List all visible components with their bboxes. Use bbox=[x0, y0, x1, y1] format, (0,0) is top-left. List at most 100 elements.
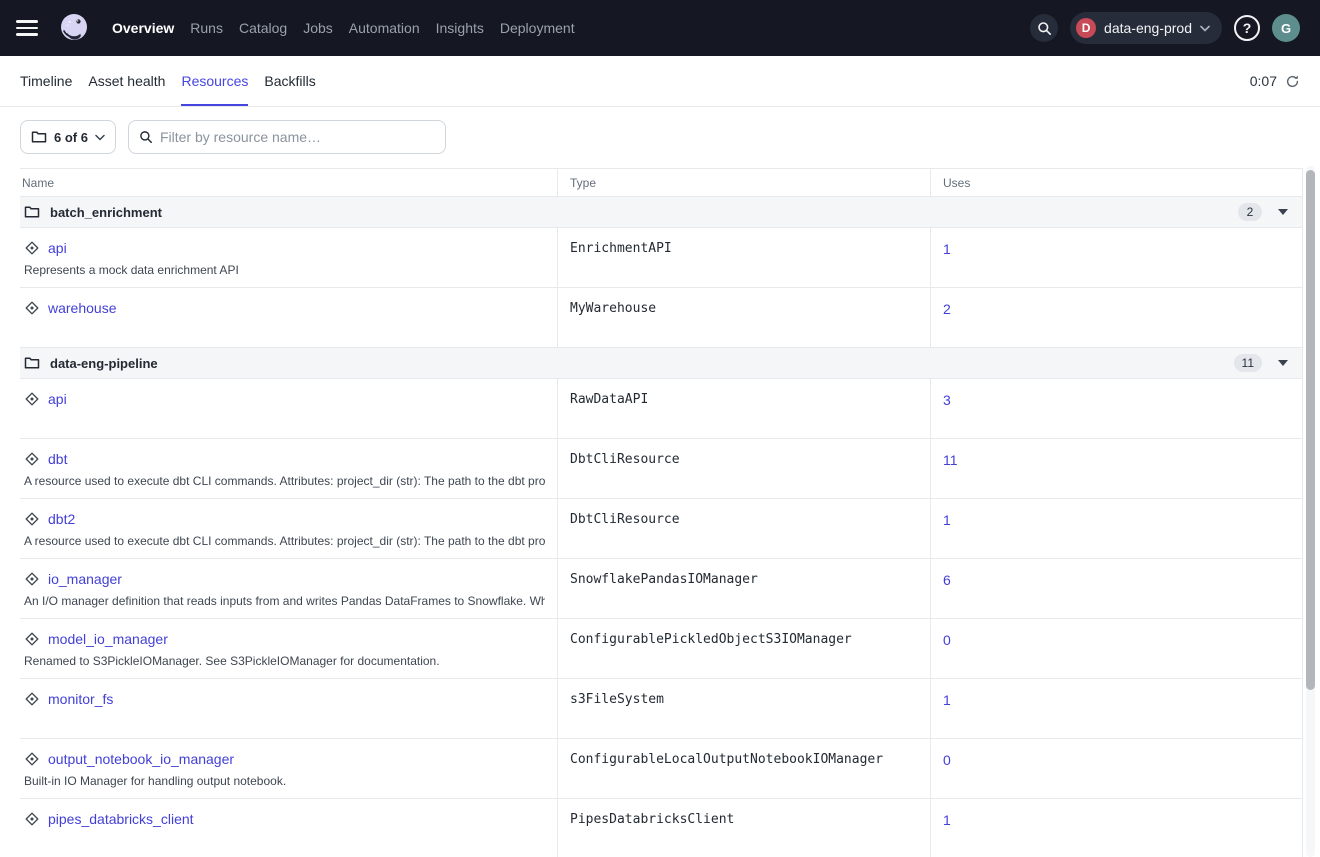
refresh-button[interactable] bbox=[1285, 74, 1300, 89]
group-name: batch_enrichment bbox=[50, 205, 162, 220]
resource-name-link[interactable]: io_manager bbox=[48, 571, 122, 587]
nav-item-deployment[interactable]: Deployment bbox=[500, 14, 575, 42]
collapse-caret-icon[interactable] bbox=[1278, 360, 1288, 366]
tabs: Timeline Asset health Resources Backfill… bbox=[20, 56, 316, 106]
resource-uses-link[interactable]: 11 bbox=[943, 452, 958, 468]
resource-icon bbox=[24, 811, 40, 827]
resource-name-link[interactable]: api bbox=[48, 391, 67, 407]
nav-item-automation[interactable]: Automation bbox=[349, 14, 420, 42]
scrollbar-thumb[interactable] bbox=[1306, 170, 1315, 690]
nav-item-catalog[interactable]: Catalog bbox=[239, 14, 287, 42]
resource-group-row[interactable]: data-eng-pipeline 11 bbox=[20, 348, 1302, 379]
resource-row: monitor_fs s3FileSystem 1 bbox=[20, 679, 1302, 739]
refresh-icon bbox=[1285, 74, 1300, 89]
group-count-badge: 11 bbox=[1234, 354, 1262, 372]
resource-icon bbox=[24, 571, 40, 587]
scrollbar bbox=[1306, 166, 1315, 857]
resource-icon bbox=[24, 751, 40, 767]
resource-row: dbt2 A resource used to execute dbt CLI … bbox=[20, 499, 1302, 559]
refresh-cluster: 0:07 bbox=[1250, 56, 1300, 106]
resource-icon bbox=[24, 451, 40, 467]
resource-row: pipes_databricks_client PipesDatabricksC… bbox=[20, 799, 1302, 857]
app-root: Overview Runs Catalog Jobs Automation In… bbox=[0, 0, 1320, 857]
resource-group-row[interactable]: batch_enrichment 2 bbox=[20, 197, 1302, 228]
resource-name-link[interactable]: api bbox=[48, 240, 67, 256]
resource-icon bbox=[24, 631, 40, 647]
resource-row: api RawDataAPI 3 bbox=[20, 379, 1302, 439]
folder-icon bbox=[31, 130, 47, 144]
resource-name-cell: pipes_databricks_client bbox=[20, 799, 557, 857]
user-avatar[interactable]: G bbox=[1272, 14, 1300, 42]
tab-timeline[interactable]: Timeline bbox=[20, 56, 72, 106]
resource-name-link[interactable]: model_io_manager bbox=[48, 631, 168, 647]
resource-description: A resource used to execute dbt CLI comma… bbox=[24, 534, 545, 548]
resource-row: output_notebook_io_manager Built-in IO M… bbox=[20, 739, 1302, 799]
resource-uses-link[interactable]: 1 bbox=[943, 812, 951, 828]
group-name: data-eng-pipeline bbox=[50, 356, 158, 371]
resource-uses-link[interactable]: 0 bbox=[943, 752, 951, 768]
nav-item-overview[interactable]: Overview bbox=[112, 14, 174, 42]
column-header-type: Type bbox=[557, 169, 930, 196]
resource-name-cell: monitor_fs bbox=[20, 679, 557, 738]
tab-asset-health[interactable]: Asset health bbox=[88, 56, 165, 106]
folder-icon bbox=[24, 205, 40, 219]
resource-uses-cell: 1 bbox=[930, 679, 1303, 738]
help-button[interactable]: ? bbox=[1234, 15, 1260, 41]
resource-type: EnrichmentAPI bbox=[557, 228, 930, 287]
resource-type: SnowflakePandasIOManager bbox=[557, 559, 930, 618]
resource-uses-link[interactable]: 2 bbox=[943, 301, 951, 317]
resource-table-body: batch_enrichment 2 api Represents a mock… bbox=[20, 197, 1302, 857]
group-count-badge: 2 bbox=[1238, 203, 1262, 221]
nav-right-cluster: D data-eng-prod ? G bbox=[1030, 12, 1300, 44]
nav-item-insights[interactable]: Insights bbox=[436, 14, 484, 42]
hamburger-menu-button[interactable] bbox=[16, 14, 44, 42]
resource-uses-link[interactable]: 1 bbox=[943, 692, 951, 708]
resource-description: Represents a mock data enrichment API bbox=[24, 263, 545, 277]
resource-name-link[interactable]: dbt2 bbox=[48, 511, 75, 527]
deployment-switcher[interactable]: D data-eng-prod bbox=[1070, 12, 1222, 44]
dagster-logo[interactable] bbox=[56, 10, 92, 46]
resource-name-cell: model_io_manager Renamed to S3PickleIOMa… bbox=[20, 619, 557, 678]
resource-uses-cell: 1 bbox=[930, 499, 1303, 558]
resource-uses-cell: 1 bbox=[930, 228, 1303, 287]
resource-name-link[interactable]: monitor_fs bbox=[48, 691, 113, 707]
tab-resources[interactable]: Resources bbox=[181, 56, 248, 106]
collapse-caret-icon[interactable] bbox=[1278, 209, 1288, 215]
nav-item-runs[interactable]: Runs bbox=[190, 14, 223, 42]
resource-name-link[interactable]: warehouse bbox=[48, 300, 117, 316]
resource-uses-cell: 0 bbox=[930, 739, 1303, 798]
tab-backfills[interactable]: Backfills bbox=[264, 56, 315, 106]
resource-uses-link[interactable]: 6 bbox=[943, 572, 951, 588]
resource-icon bbox=[24, 240, 40, 256]
resource-row: warehouse MyWarehouse 2 bbox=[20, 288, 1302, 348]
resource-uses-link[interactable]: 3 bbox=[943, 392, 951, 408]
resource-uses-link[interactable]: 1 bbox=[943, 512, 951, 528]
folder-icon bbox=[24, 356, 40, 370]
resource-description: Built-in IO Manager for handling output … bbox=[24, 774, 545, 788]
table-header: Name Type Uses bbox=[20, 168, 1302, 197]
resource-name-link[interactable]: pipes_databricks_client bbox=[48, 811, 194, 827]
resource-type: ConfigurableLocalOutputNotebookIOManager bbox=[557, 739, 930, 798]
resource-uses-cell: 1 bbox=[930, 799, 1303, 857]
chevron-down-icon bbox=[1200, 25, 1210, 32]
resource-icon bbox=[24, 391, 40, 407]
resource-description: Renamed to S3PickleIOManager. See S3Pick… bbox=[24, 654, 545, 668]
resource-uses-link[interactable]: 0 bbox=[943, 632, 951, 648]
resource-uses-link[interactable]: 1 bbox=[943, 241, 951, 257]
search-button[interactable] bbox=[1030, 14, 1058, 42]
nav-item-jobs[interactable]: Jobs bbox=[303, 14, 333, 42]
filter-bar: 6 of 6 bbox=[0, 107, 1320, 154]
resources-table: Name Type Uses batch_enrichment 2 api Re… bbox=[20, 168, 1303, 857]
resource-scope-filter-button[interactable]: 6 of 6 bbox=[20, 120, 116, 154]
resource-type: PipesDatabricksClient bbox=[557, 799, 930, 857]
deployment-initial-badge: D bbox=[1076, 18, 1096, 38]
resource-filter-input[interactable] bbox=[160, 129, 435, 145]
resource-description: An I/O manager definition that reads inp… bbox=[24, 594, 545, 608]
resource-type: s3FileSystem bbox=[557, 679, 930, 738]
resource-name-link[interactable]: dbt bbox=[48, 451, 67, 467]
resource-row: io_manager An I/O manager definition tha… bbox=[20, 559, 1302, 619]
primary-nav: Overview Runs Catalog Jobs Automation In… bbox=[112, 14, 575, 42]
chevron-down-icon bbox=[95, 134, 105, 141]
resource-name-cell: io_manager An I/O manager definition tha… bbox=[20, 559, 557, 618]
resource-name-link[interactable]: output_notebook_io_manager bbox=[48, 751, 234, 767]
